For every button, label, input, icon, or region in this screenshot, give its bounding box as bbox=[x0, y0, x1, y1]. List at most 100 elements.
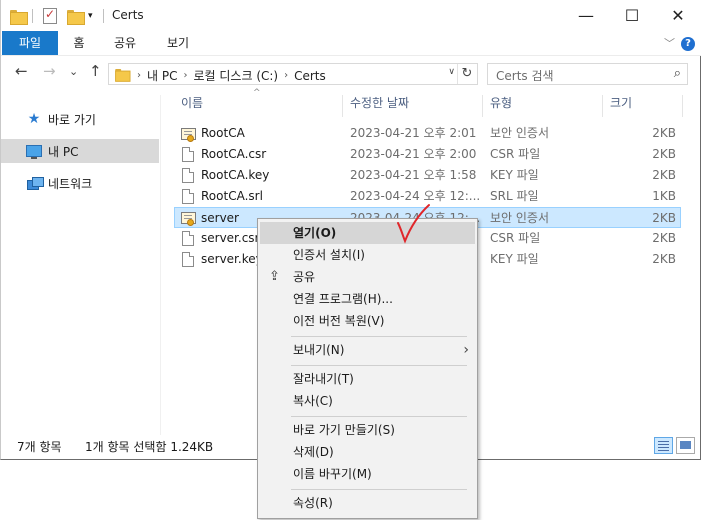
menu-item-send-to[interactable]: 보내기(N) › bbox=[260, 339, 475, 361]
file-date: 2023-04-21 오후 2:00 bbox=[350, 147, 477, 161]
file-name: server bbox=[201, 211, 239, 225]
minimize-button[interactable]: — bbox=[563, 0, 609, 31]
maximize-button[interactable]: ☐ bbox=[609, 0, 655, 31]
column-separator[interactable] bbox=[602, 95, 603, 117]
breadcrumb: › 내 PC › 로컬 디스크 (C:) › Certs bbox=[137, 67, 326, 84]
breadcrumb-my-pc[interactable]: 내 PC bbox=[147, 67, 177, 84]
file-icon bbox=[181, 252, 195, 268]
breadcrumb-certs[interactable]: Certs bbox=[294, 69, 326, 83]
properties-icon[interactable] bbox=[43, 7, 57, 25]
file-name: RootCA.csr bbox=[201, 147, 267, 161]
menu-item-label: 속성(R) bbox=[293, 496, 333, 510]
folder-icon bbox=[10, 7, 28, 25]
breadcrumb-separator[interactable]: › bbox=[183, 70, 187, 81]
file-size: 2KB bbox=[652, 147, 676, 161]
file-icon bbox=[181, 231, 195, 247]
file-icon bbox=[181, 168, 195, 184]
column-header-name[interactable]: 이름 bbox=[181, 92, 203, 114]
file-date: 2023-04-21 오후 1:58 bbox=[350, 168, 477, 182]
certificate-icon bbox=[181, 126, 196, 142]
tab-share[interactable]: 공유 bbox=[107, 31, 143, 55]
menu-item-label: 인증서 설치(I) bbox=[293, 248, 365, 262]
sidebar-item-my-pc[interactable]: 내 PC bbox=[1, 139, 159, 163]
table-row[interactable]: RootCA.key 2023-04-21 오후 1:58 KEY 파일 2KB bbox=[174, 165, 681, 186]
star-icon: ★ bbox=[27, 111, 41, 127]
tab-view[interactable]: 보기 bbox=[159, 31, 197, 55]
column-header-type[interactable]: 유형 bbox=[490, 92, 512, 114]
file-size: 2KB bbox=[652, 126, 676, 140]
menu-item-label: 열기(O) bbox=[293, 226, 337, 240]
table-row[interactable]: RootCA 2023-04-21 오후 2:01 보안 인증서 2KB bbox=[174, 123, 681, 144]
status-item-count: 7개 항목 bbox=[17, 440, 62, 454]
tab-home[interactable]: 홈 bbox=[63, 31, 95, 55]
menu-item-label: 공유 bbox=[293, 270, 316, 284]
menu-separator bbox=[291, 416, 467, 417]
column-separator[interactable] bbox=[482, 95, 483, 117]
file-size: 2KB bbox=[652, 231, 676, 245]
breadcrumb-separator[interactable]: › bbox=[284, 70, 288, 81]
recent-locations-button[interactable]: ⌄ bbox=[69, 65, 78, 78]
expand-ribbon-icon[interactable]: ﹀ bbox=[664, 35, 675, 51]
forward-button[interactable]: → bbox=[43, 62, 56, 80]
details-view-icon[interactable] bbox=[654, 437, 673, 454]
menu-item-open[interactable]: 열기(O) bbox=[260, 222, 475, 244]
submenu-arrow-icon: › bbox=[463, 342, 469, 358]
file-name: RootCA.srl bbox=[201, 189, 263, 203]
menu-item-share[interactable]: ⇪ 공유 bbox=[260, 266, 475, 288]
menu-item-label: 복사(C) bbox=[293, 394, 333, 408]
sidebar-item-quick-access[interactable]: ★ 바로 가기 bbox=[1, 107, 159, 131]
search-icon: ⌕ bbox=[673, 66, 681, 81]
menu-item-label: 바로 가기 만들기(S) bbox=[293, 423, 395, 437]
menu-item-delete[interactable]: 삭제(D) bbox=[260, 441, 475, 463]
menu-item-install-certificate[interactable]: 인증서 설치(I) bbox=[260, 244, 475, 266]
share-icon: ⇪ bbox=[269, 269, 280, 284]
certificate-icon bbox=[181, 210, 196, 226]
column-separator[interactable] bbox=[682, 95, 683, 117]
file-type: CSR 파일 bbox=[490, 147, 541, 161]
menu-item-restore-previous[interactable]: 이전 버전 복원(V) bbox=[260, 310, 475, 332]
file-type: CSR 파일 bbox=[490, 231, 541, 245]
file-type: 보안 인증서 bbox=[490, 211, 550, 225]
up-button[interactable]: ↑ bbox=[89, 62, 102, 80]
file-type: KEY 파일 bbox=[490, 252, 539, 266]
search-placeholder: Certs 검색 bbox=[496, 69, 554, 83]
file-name: server.csr bbox=[201, 231, 260, 245]
breadcrumb-local-disk[interactable]: 로컬 디스크 (C:) bbox=[193, 67, 278, 84]
file-icon bbox=[181, 147, 195, 163]
file-name: server.key bbox=[201, 252, 263, 266]
sidebar-item-network[interactable]: 네트워크 bbox=[1, 171, 159, 195]
menu-item-properties[interactable]: 속성(R) bbox=[260, 492, 475, 514]
column-separator[interactable] bbox=[342, 95, 343, 117]
menu-item-rename[interactable]: 이름 바꾸기(M) bbox=[260, 463, 475, 485]
menu-item-cut[interactable]: 잘라내기(T) bbox=[260, 368, 475, 390]
menu-item-create-shortcut[interactable]: 바로 가기 만들기(S) bbox=[260, 419, 475, 441]
sort-indicator: ^ bbox=[253, 88, 261, 98]
menu-item-open-with[interactable]: 연결 프로그램(H)... bbox=[260, 288, 475, 310]
table-row[interactable]: RootCA.csr 2023-04-21 오후 2:00 CSR 파일 2KB bbox=[174, 144, 681, 165]
separator bbox=[103, 9, 104, 23]
window-title: Certs bbox=[112, 8, 144, 22]
column-header-size[interactable]: 크기 bbox=[610, 92, 632, 114]
search-box[interactable]: Certs 검색 ⌕ bbox=[487, 63, 688, 85]
new-folder-icon[interactable] bbox=[67, 7, 85, 25]
folder-icon bbox=[114, 68, 131, 82]
column-header-date[interactable]: 수정한 날짜 bbox=[350, 92, 409, 114]
menu-item-label: 보내기(N) bbox=[293, 343, 345, 357]
menu-item-label: 이름 바꾸기(M) bbox=[293, 467, 372, 481]
close-button[interactable]: ✕ bbox=[655, 0, 701, 31]
sidebar-item-label: 내 PC bbox=[48, 144, 79, 159]
context-menu: 열기(O) 인증서 설치(I) ⇪ 공유 연결 프로그램(H)... 이전 버전… bbox=[257, 218, 478, 519]
help-icon[interactable]: ? bbox=[681, 37, 695, 51]
address-dropdown-icon[interactable]: ∨ bbox=[448, 67, 455, 77]
menu-item-label: 잘라내기(T) bbox=[293, 372, 354, 386]
address-bar[interactable]: › 내 PC › 로컬 디스크 (C:) › Certs ∨ ↻ bbox=[108, 63, 478, 85]
tab-file[interactable]: 파일 bbox=[2, 31, 58, 55]
large-icons-view-icon[interactable] bbox=[676, 437, 695, 454]
back-button[interactable]: ← bbox=[15, 62, 28, 80]
menu-item-copy[interactable]: 복사(C) bbox=[260, 390, 475, 412]
customize-toolbar-icon[interactable]: ▾ bbox=[88, 7, 93, 25]
file-size: 2KB bbox=[652, 252, 676, 266]
refresh-button[interactable]: ↻ bbox=[457, 64, 476, 84]
file-size: 1KB bbox=[652, 189, 676, 203]
breadcrumb-separator[interactable]: › bbox=[137, 70, 141, 81]
